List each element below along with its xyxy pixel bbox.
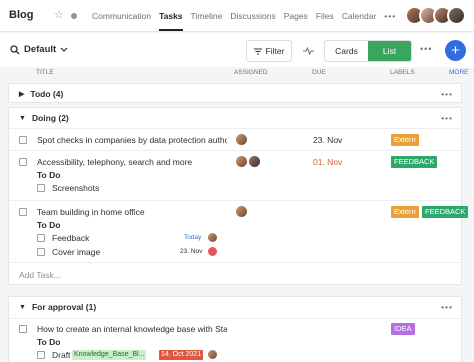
column-headers: TITLE ASSIGNED DUE LABELS MORE — [0, 67, 474, 79]
tab-calendar[interactable]: Calendar — [342, 11, 377, 31]
filter-icon — [253, 48, 262, 54]
search-icon — [10, 44, 20, 54]
subtask-title[interactable]: Screenshots — [52, 183, 99, 193]
task-checkbox[interactable] — [19, 325, 27, 333]
chevron-down-icon — [60, 47, 68, 52]
toolbar-more-button[interactable]: ••• — [420, 44, 432, 54]
task-row[interactable]: Spot checks in companies by data protect… — [9, 128, 461, 150]
task-title[interactable]: Spot checks in companies by data protect… — [37, 135, 227, 145]
subtask-due[interactable]: Today — [184, 234, 201, 241]
label-extern[interactable]: Extern — [391, 134, 419, 146]
subtask-checkbox[interactable] — [37, 234, 45, 242]
add-task-link[interactable]: Add Task... — [19, 270, 61, 280]
tab-discussions[interactable]: Discussions — [230, 11, 275, 31]
group-more-button[interactable]: ••• — [441, 113, 453, 123]
toolbar: Default Filter Cards List ••• + — [0, 33, 474, 67]
task-title[interactable]: Team building in home office — [37, 207, 227, 217]
filter-label: Filter — [265, 46, 285, 56]
group-name: Doing (2) — [31, 113, 69, 123]
label-idea[interactable]: IDEA — [391, 323, 415, 335]
task-title[interactable]: How to create an internal knowledge base… — [37, 324, 227, 334]
subtask-heading: To Do — [37, 170, 61, 180]
caret-down-icon[interactable]: ▼ — [19, 304, 26, 311]
view-name: Default — [24, 44, 57, 55]
col-due[interactable]: DUE — [312, 69, 326, 76]
group-approval: ▼ For approval (1) ••• How to create an … — [8, 296, 462, 362]
tab-pages[interactable]: Pages — [284, 11, 308, 31]
task-row[interactable]: Team building in home office To Do Feedb… — [9, 200, 469, 262]
due-date[interactable]: 01. Nov — [313, 157, 342, 167]
avatar[interactable] — [236, 134, 247, 145]
cards-button[interactable]: Cards — [325, 41, 368, 61]
subtask-due[interactable]: 14. Oct 2021 — [159, 350, 204, 360]
view-selector[interactable]: Default — [10, 44, 68, 55]
col-more[interactable]: MORE — [449, 69, 469, 76]
caret-right-icon[interactable]: ▶ — [19, 90, 24, 98]
subtask-title[interactable]: Draft — [52, 350, 70, 360]
group-name: For approval (1) — [31, 302, 97, 312]
label-extern[interactable]: Extern — [391, 206, 419, 218]
subtask-heading: To Do — [37, 220, 61, 230]
avatar[interactable] — [249, 156, 260, 167]
star-icon[interactable]: ☆ — [54, 8, 64, 21]
tab-timeline[interactable]: Timeline — [191, 11, 223, 31]
col-labels[interactable]: LABELS — [390, 69, 415, 76]
avatar[interactable] — [208, 247, 217, 256]
avatar[interactable] — [208, 233, 217, 242]
top-bar: Blog ☆ Communication Tasks Timeline Disc… — [0, 0, 474, 32]
due-date[interactable]: 23. Nov — [313, 135, 342, 145]
nav-more-button[interactable]: ••• — [384, 11, 396, 31]
view-toggle: Cards List — [324, 40, 412, 62]
group-header[interactable]: ▶ Todo (4) — [9, 84, 461, 104]
col-assigned[interactable]: ASSIGNED — [234, 69, 268, 76]
label-feedback[interactable]: FEEDBACK — [391, 156, 438, 168]
avatar[interactable] — [236, 206, 247, 217]
tab-files[interactable]: Files — [316, 11, 334, 31]
avatar[interactable] — [236, 156, 247, 167]
subtask-title[interactable]: Feedback — [52, 233, 89, 243]
group-doing: ▼ Doing (2) ••• Spot checks in companies… — [8, 107, 469, 286]
activity-icon — [302, 47, 314, 55]
group-name: Todo (4) — [30, 89, 64, 99]
main-nav: Communication Tasks Timeline Discussions… — [92, 11, 404, 31]
subtask-checkbox[interactable] — [37, 351, 45, 359]
task-row[interactable]: Accessibility, telephony, search and mor… — [9, 150, 461, 200]
status-dot-icon[interactable] — [71, 13, 77, 19]
subtask-checkbox[interactable] — [37, 184, 45, 192]
add-task-button[interactable]: + — [445, 40, 466, 61]
group-todo: ▶ Todo (4) ••• — [8, 83, 462, 103]
col-title[interactable]: TITLE — [36, 69, 54, 76]
activity-button[interactable] — [298, 40, 318, 62]
caret-down-icon[interactable]: ▼ — [19, 115, 26, 122]
group-header[interactable]: ▼ Doing (2) — [9, 108, 461, 128]
filter-button[interactable]: Filter — [246, 40, 292, 62]
group-more-button[interactable]: ••• — [441, 302, 453, 312]
avatar[interactable] — [447, 6, 466, 25]
task-row[interactable]: How to create an internal knowledge base… — [9, 318, 461, 362]
member-avatars[interactable] — [405, 6, 466, 25]
task-checkbox[interactable] — [19, 158, 27, 166]
subtask-checkbox[interactable] — [37, 248, 45, 256]
task-checkbox[interactable] — [19, 136, 27, 144]
tab-communication[interactable]: Communication — [92, 11, 151, 31]
task-checkbox[interactable] — [19, 208, 27, 216]
attachment-tag[interactable]: Knowledge_Base_Bl... — [72, 350, 147, 360]
project-title: Blog — [9, 9, 34, 21]
group-header[interactable]: ▼ For approval (1) — [9, 297, 461, 317]
list-button[interactable]: List — [368, 41, 411, 61]
add-task-row[interactable]: Add Task... — [9, 262, 461, 286]
subtask-heading: To Do — [37, 337, 61, 347]
tab-tasks[interactable]: Tasks — [159, 11, 183, 31]
subtask-due[interactable]: 23. Nov — [180, 248, 202, 255]
avatar[interactable] — [208, 350, 217, 359]
task-title[interactable]: Accessibility, telephony, search and mor… — [37, 157, 227, 167]
subtask-title[interactable]: Cover image — [52, 247, 100, 257]
group-more-button[interactable]: ••• — [441, 89, 453, 99]
label-feedback[interactable]: FEEDBACK — [422, 206, 469, 218]
